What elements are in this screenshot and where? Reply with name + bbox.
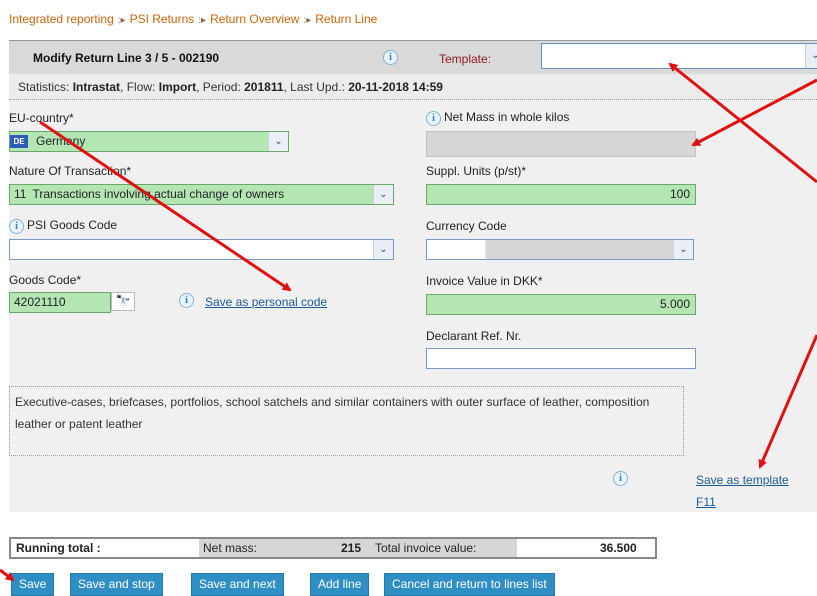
breadcrumb: Integrated reporting:▸ PSI Returns:▸ Retur… [9,12,377,26]
form-header: Modify Return Line 3 / 5 - 002190 i Temp… [9,40,817,74]
add-line-button[interactable]: Add line [310,573,370,596]
net-mass-label: i Net Mass in whole kilos [426,110,569,126]
template-select[interactable]: ⌄ [541,43,817,69]
psi-goods-code-label: i PSI Goods Code [9,218,117,234]
running-total-label: Running total : [16,541,101,555]
net-mass-label-text: Net Mass in whole kilos [444,110,570,124]
suppl-units-label: Suppl. Units (p/st)* [426,164,527,178]
breadcrumb-integrated-reporting[interactable]: Integrated reporting [9,12,114,26]
currency-code-label: Currency Code [426,219,507,233]
statistics-label: Statistics: [18,80,70,94]
eu-country-value: Germany [36,134,86,148]
last-update-label: , Last Upd.: [283,80,345,94]
net-mass-total-value: 215 [341,541,362,555]
invoice-total-value: 36.500 [600,541,637,555]
period-value: 201811 [244,80,284,94]
save-as-personal-code-link[interactable]: Save as personal code [205,295,327,309]
psi-goods-code-select[interactable]: ⌄ [9,239,394,260]
save-as-template-link[interactable]: Save as template [696,473,789,487]
goods-description: Executive-cases, briefcases, portfolios,… [9,386,684,456]
info-icon[interactable]: i [9,219,24,234]
net-mass-input[interactable] [426,131,696,157]
declarant-ref-label: Declarant Ref. Nr. [426,329,522,343]
page-title: Modify Return Line 3 / 5 - 002190 [33,51,220,65]
chevron-down-icon[interactable]: ⌄ [373,185,393,204]
running-total-bar: Running total : Net mass: 215 Total invo… [9,537,657,559]
period-label: , Period: [196,80,241,94]
info-icon[interactable]: i [426,111,441,126]
invoice-total-label: Total invoice value: [371,539,517,557]
save-and-stop-button[interactable]: Save and stop [70,573,163,596]
goods-code-label: Goods Code* [9,273,82,287]
declarant-ref-input[interactable] [426,348,696,369]
template-label: Template: [439,52,492,66]
info-icon[interactable]: i [179,293,194,308]
nature-code: 11 [14,187,27,201]
breadcrumb-return-line: Return Line [315,12,378,26]
currency-code-select[interactable]: ⌄ [426,239,694,260]
nature-value: Transactions involving actual change of … [32,187,285,201]
invoice-value-input[interactable]: 5.000 [426,294,696,315]
statistics-bar: Statistics: Intrastat, Flow: Import, Per… [9,74,817,100]
breadcrumb-separator: :▸ [117,15,126,26]
chevron-down-icon[interactable]: ⌄ [268,132,288,151]
last-update-value: 20-11-2018 14:59 [348,80,443,94]
breadcrumb-psi-returns[interactable]: PSI Returns [130,12,195,26]
flag-icon: DE [10,135,28,149]
nature-of-transaction-label: Nature Of Transaction* [9,164,132,178]
breadcrumb-separator: :▸ [198,15,207,26]
form-body: EU-country* DE Germany ⌄ Nature Of Transa… [9,100,817,512]
f11-shortcut-link[interactable]: F11 [696,495,716,509]
breadcrumb-separator: :▸ [303,15,312,26]
nature-of-transaction-select[interactable]: 11 Transactions involving actual change o… [9,184,394,205]
eu-country-select[interactable]: DE Germany ⌄ [9,131,289,152]
binoculars-icon[interactable]: 🔭 [111,292,135,311]
info-icon[interactable]: i [613,471,628,486]
flow-label: , Flow: [120,80,156,94]
chevron-down-icon[interactable]: ⌄ [373,240,393,259]
chevron-down-icon[interactable]: ⌄ [673,240,693,259]
goods-code-input[interactable]: 42021110 [9,292,111,313]
info-icon[interactable]: i [383,50,398,65]
save-button[interactable]: Save [11,573,55,596]
breadcrumb-return-overview[interactable]: Return Overview [210,12,299,26]
save-and-next-button[interactable]: Save and next [191,573,284,596]
flow-value: Import [158,80,197,94]
suppl-units-input[interactable]: 100 [426,184,696,205]
invoice-value-label: Invoice Value in DKK* [426,274,543,288]
cancel-and-return-button[interactable]: Cancel and return to lines list [384,573,555,596]
eu-country-label: EU-country* [9,111,74,125]
chevron-down-icon[interactable]: ⌄ [805,44,817,68]
statistics-value: Intrastat [72,80,121,94]
psi-goods-code-label-text: PSI Goods Code [27,218,118,232]
